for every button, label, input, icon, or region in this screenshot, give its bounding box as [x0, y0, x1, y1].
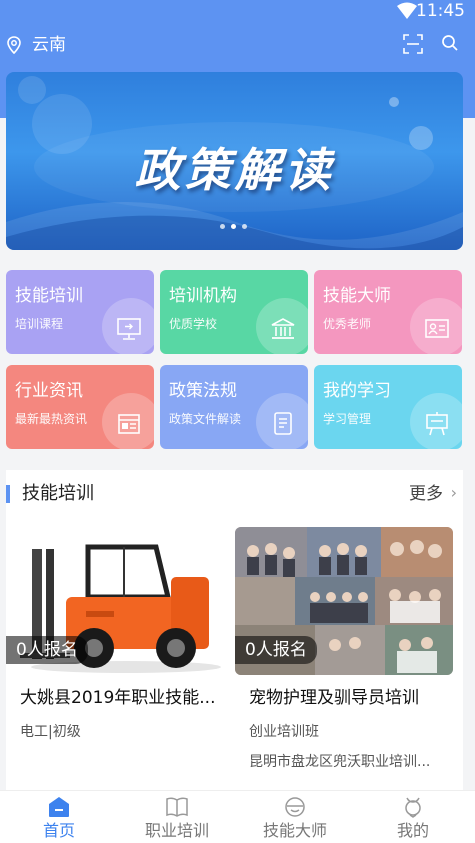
- tile-subtitle: 优秀老师: [323, 317, 372, 331]
- course-category: 创业培训班: [249, 724, 319, 740]
- tile-title: 技能大师: [323, 286, 391, 306]
- chevron-right-icon[interactable]: ›: [451, 483, 457, 502]
- carousel-dot[interactable]: [231, 224, 236, 229]
- tab-label: 首页: [42, 821, 75, 840]
- tile-subtitle: 学习管理: [323, 412, 372, 426]
- master-icon: [285, 797, 305, 817]
- document-icon: [274, 412, 292, 435]
- book-icon: [166, 797, 188, 817]
- status-bar: 11:45: [0, 0, 475, 24]
- wifi-icon: [397, 2, 417, 19]
- section-title: 技能培训: [22, 483, 94, 504]
- banner-carousel[interactable]: 政策解读: [6, 72, 463, 250]
- scan-icon[interactable]: [403, 34, 423, 54]
- bottom-tab-bar: 首页 职业培训 技能大师 我的: [0, 790, 475, 843]
- course-title[interactable]: 宠物护理及驯导员培训: [249, 687, 454, 709]
- more-link[interactable]: 更多: [409, 482, 443, 506]
- status-time: 11:45: [416, 1, 465, 21]
- tile-subtitle: 最新最热资讯: [15, 412, 88, 426]
- monitor-icon: [117, 318, 141, 340]
- course-organization: 昆明市盘龙区兜沃职业培训...: [249, 754, 431, 770]
- carousel-indicator: [220, 224, 247, 229]
- tab-label: 技能大师: [262, 821, 327, 840]
- section-accent-bar: [6, 485, 10, 503]
- tab-vocational-training[interactable]: 职业培训: [118, 791, 236, 843]
- course-title[interactable]: 大姚县2019年职业技能...: [20, 687, 225, 709]
- course-category: 电工|初级: [20, 724, 81, 740]
- tile-title: 我的学习: [323, 381, 391, 401]
- banner-title: 政策解读: [134, 143, 335, 197]
- tab-mine[interactable]: 我的: [354, 791, 472, 843]
- enroll-count-badge: 0人报名: [235, 636, 317, 664]
- tile-training-institution[interactable]: 培训机构 优质学校: [160, 270, 308, 354]
- tile-subtitle: 培训课程: [15, 317, 64, 331]
- tab-skill-master[interactable]: 技能大师: [236, 791, 354, 843]
- search-icon[interactable]: [441, 34, 459, 52]
- tile-subtitle: 优质学校: [169, 317, 218, 331]
- skill-training-section: 技能培训 更多 › 0人报名 大姚县2019年职业技能... 电工|初级 0人报…: [6, 470, 463, 790]
- building-icon: [271, 318, 295, 339]
- tab-home[interactable]: 首页: [0, 791, 118, 843]
- tab-label: 职业培训: [144, 821, 209, 840]
- tile-subtitle: 政策文件解读: [169, 412, 242, 426]
- newspaper-icon: [118, 414, 140, 434]
- tile-industry-news[interactable]: 行业资讯 最新最热资讯: [6, 365, 154, 449]
- id-card-icon: [425, 319, 449, 338]
- tile-skill-master[interactable]: 技能大师 优秀老师: [314, 270, 462, 354]
- enroll-count-badge: 0人报名: [6, 636, 88, 664]
- tile-skill-training[interactable]: 技能培训 培训课程: [6, 270, 154, 354]
- tile-policy-regulation[interactable]: 政策法规 政策文件解读: [160, 365, 308, 449]
- location-pin-icon[interactable]: [6, 36, 22, 54]
- tile-title: 政策法规: [169, 381, 237, 401]
- location-text[interactable]: 云南: [32, 34, 66, 56]
- tile-title: 技能培训: [15, 286, 83, 306]
- carousel-dot[interactable]: [220, 224, 225, 229]
- tile-title: 行业资讯: [15, 381, 83, 401]
- tile-my-study[interactable]: 我的学习 学习管理: [314, 365, 462, 449]
- easel-icon: [426, 412, 448, 436]
- home-icon: [49, 797, 69, 817]
- tile-title: 培训机构: [169, 286, 237, 306]
- carousel-dot[interactable]: [242, 224, 247, 229]
- tab-label: 我的: [396, 821, 429, 840]
- top-bar: 云南: [0, 28, 475, 64]
- user-icon: [405, 797, 421, 818]
